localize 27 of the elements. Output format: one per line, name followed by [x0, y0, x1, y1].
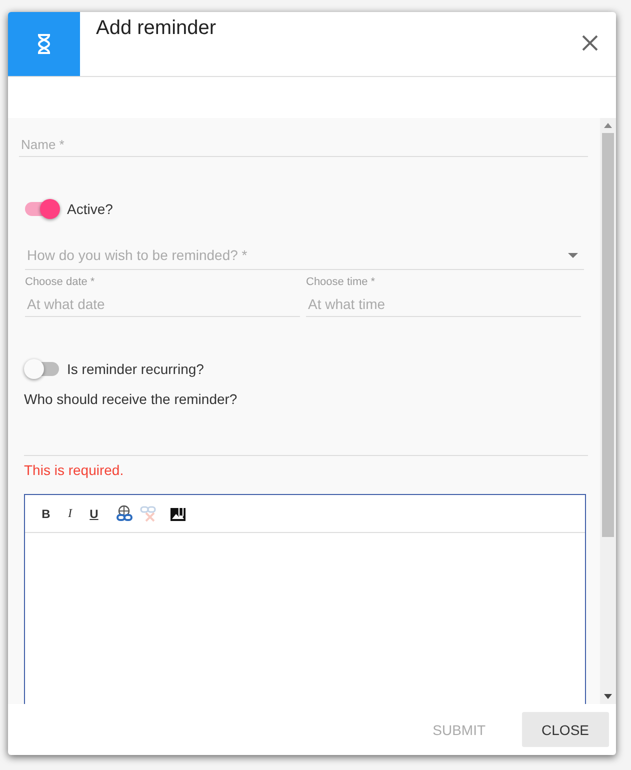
- active-toggle[interactable]: [25, 202, 59, 216]
- image-icon: [170, 506, 186, 522]
- recipients-label: Who should receive the reminder?: [24, 391, 238, 407]
- name-field[interactable]: Name *: [19, 133, 588, 157]
- close-icon: [582, 35, 598, 51]
- hourglass-icon: [37, 34, 51, 54]
- dropdown-caret-icon: [568, 252, 578, 258]
- field-label: Choose time *: [306, 276, 376, 288]
- rich-text-editor[interactable]: B I U: [24, 494, 586, 704]
- unlink-icon: [140, 505, 156, 522]
- underline-button[interactable]: U: [83, 504, 105, 524]
- scroll-up-arrow-icon[interactable]: [604, 123, 612, 128]
- scrollbar[interactable]: [600, 118, 616, 704]
- link-icon: [116, 505, 132, 522]
- close-button[interactable]: [582, 35, 598, 51]
- date-field[interactable]: At what date: [25, 292, 300, 317]
- error-message: This is required.: [24, 462, 125, 478]
- italic-button[interactable]: I: [59, 504, 81, 524]
- field-label: Choose date *: [25, 276, 96, 288]
- bold-button[interactable]: B: [35, 504, 57, 524]
- scroll-down-arrow-icon[interactable]: [604, 694, 612, 699]
- close-button[interactable]: CLOSE: [522, 712, 609, 747]
- recurring-toggle[interactable]: [25, 362, 59, 376]
- time-field[interactable]: At what time: [306, 292, 581, 317]
- toggle-label: Active?: [67, 201, 113, 217]
- dialog-title: Add reminder: [96, 17, 218, 40]
- toggle-label: Is reminder recurring?: [67, 361, 204, 377]
